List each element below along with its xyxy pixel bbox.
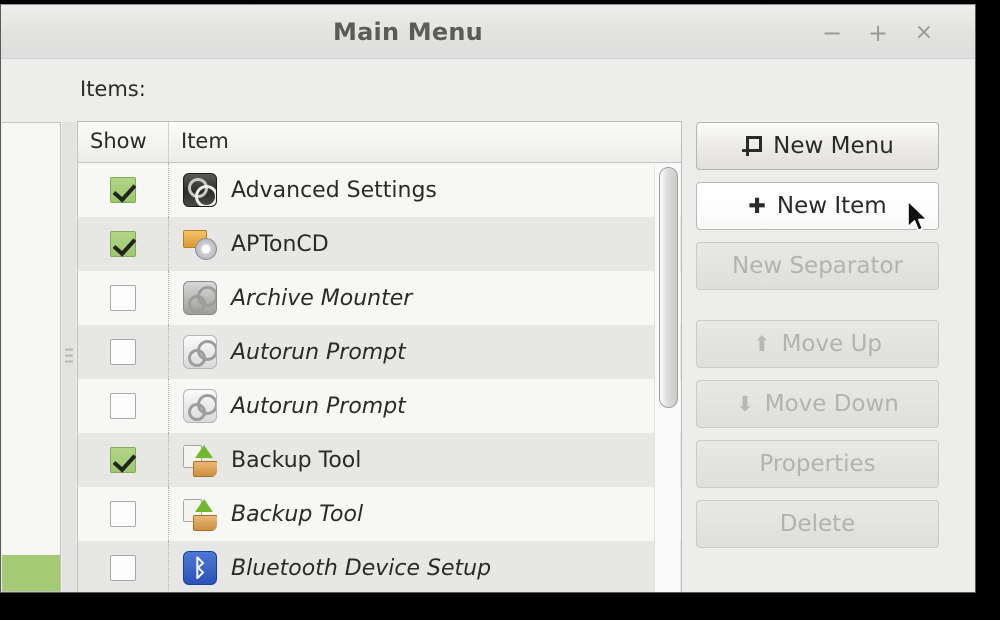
pane-splitter[interactable] — [62, 122, 76, 592]
arrow-down-icon: ⬇ — [736, 391, 754, 416]
cell-show[interactable] — [78, 487, 169, 541]
show-checkbox[interactable] — [110, 393, 136, 419]
item-label: APTonCD — [231, 231, 329, 257]
item-label: Autorun Prompt — [231, 393, 406, 419]
backup-tool-icon — [183, 497, 217, 531]
minimize-button[interactable]: − — [817, 19, 847, 47]
move-up-button[interactable]: ⬆ Move Up — [696, 320, 939, 368]
cell-item[interactable]: Advanced Settings — [169, 163, 681, 217]
delete-button[interactable]: Delete — [696, 500, 939, 548]
new-menu-button[interactable]: ✚ New Menu — [696, 122, 939, 170]
move-down-label: Move Down — [764, 391, 899, 417]
splitter-grip-icon — [65, 348, 73, 366]
cell-item[interactable]: Autorun Prompt — [169, 379, 681, 433]
scrollbar-thumb[interactable] — [659, 167, 678, 408]
cell-item[interactable]: Backup Tool — [169, 487, 681, 541]
backup-tool-icon — [183, 443, 217, 477]
column-header-show[interactable]: Show — [78, 122, 169, 162]
cell-item[interactable]: Autorun Prompt — [169, 325, 681, 379]
show-checkbox[interactable] — [110, 285, 136, 311]
move-up-label: Move Up — [781, 331, 883, 357]
new-item-button[interactable]: ✚ New Item — [696, 182, 939, 230]
title-bar[interactable]: Main Menu − + × — [1, 5, 975, 59]
items-list[interactable]: Show Item Advanced Settings APTonCD Archiv… — [77, 121, 682, 592]
new-menu-label: New Menu — [773, 133, 894, 159]
table-row[interactable]: Archive Mounter — [78, 271, 681, 325]
plus-icon: ✚ — [748, 193, 766, 218]
list-rows: Advanced Settings APTonCD Archive Mounter A… — [78, 163, 681, 592]
arrow-up-icon: ⬆ — [752, 331, 771, 356]
cell-show[interactable] — [78, 433, 169, 487]
delete-label: Delete — [779, 511, 856, 537]
maximize-button[interactable]: + — [863, 19, 893, 47]
show-checkbox[interactable] — [110, 177, 136, 203]
cell-show[interactable] — [78, 163, 169, 217]
cell-show[interactable] — [78, 217, 169, 271]
archive-mounter-icon — [183, 281, 217, 315]
table-row[interactable]: APTonCD — [78, 217, 681, 271]
move-down-button[interactable]: ⬇ Move Down — [696, 380, 939, 428]
table-row[interactable]: Autorun Prompt — [78, 379, 681, 433]
item-label: Backup Tool — [231, 447, 362, 473]
menu-tree-panel[interactable] — [2, 122, 61, 592]
cell-show[interactable] — [78, 271, 169, 325]
show-checkbox[interactable] — [110, 231, 136, 257]
new-separator-button[interactable]: New Separator — [696, 242, 939, 290]
show-checkbox[interactable] — [110, 555, 136, 581]
item-label: Archive Mounter — [231, 285, 413, 311]
list-header: Show Item — [78, 122, 681, 163]
show-checkbox[interactable] — [110, 339, 136, 365]
action-button-column: ✚ New Menu ✚ New Item New Separator ⬆ Mo… — [696, 122, 939, 548]
new-item-label: New Item — [776, 193, 887, 219]
cell-item[interactable]: Backup Tool — [169, 433, 681, 487]
column-header-item[interactable]: Item — [169, 122, 681, 162]
show-checkbox[interactable] — [110, 501, 136, 527]
main-menu-window: Main Menu − + × Items: Show Item Advance… — [0, 4, 976, 593]
list-scrollbar[interactable] — [654, 164, 680, 592]
cell-item[interactable]: APTonCD — [169, 217, 681, 271]
table-row[interactable]: Autorun Prompt — [78, 325, 681, 379]
properties-button[interactable]: Properties — [696, 440, 939, 488]
cell-item[interactable]: Archive Mounter — [169, 271, 681, 325]
window-body: Items: Show Item Advanced Settings APTonC… — [1, 59, 975, 592]
item-label: Autorun Prompt — [231, 339, 406, 365]
advanced-settings-icon — [183, 173, 217, 207]
cell-show[interactable] — [78, 379, 169, 433]
table-row[interactable]: Backup Tool — [78, 433, 681, 487]
cell-show[interactable] — [78, 325, 169, 379]
cell-show[interactable] — [78, 541, 169, 592]
table-row[interactable]: ᛒ Bluetooth Device Setup — [78, 541, 681, 592]
bluetooth-icon: ᛒ — [183, 551, 217, 585]
autorun-prompt-icon — [183, 389, 217, 423]
show-checkbox[interactable] — [110, 447, 136, 473]
aptoncd-icon — [183, 227, 217, 261]
tree-selected-item[interactable] — [2, 555, 60, 591]
item-label: Bluetooth Device Setup — [231, 555, 492, 581]
new-menu-icon: ✚ — [741, 135, 763, 158]
close-button[interactable]: × — [909, 19, 939, 47]
item-label: Backup Tool — [231, 501, 364, 527]
table-row[interactable]: Advanced Settings — [78, 163, 681, 217]
items-label: Items: — [80, 77, 146, 101]
table-row[interactable]: Backup Tool — [78, 487, 681, 541]
autorun-prompt-icon — [183, 335, 217, 369]
new-separator-label: New Separator — [731, 253, 904, 279]
properties-label: Properties — [759, 451, 876, 477]
cell-item[interactable]: ᛒ Bluetooth Device Setup — [169, 541, 681, 592]
item-label: Advanced Settings — [231, 177, 437, 203]
